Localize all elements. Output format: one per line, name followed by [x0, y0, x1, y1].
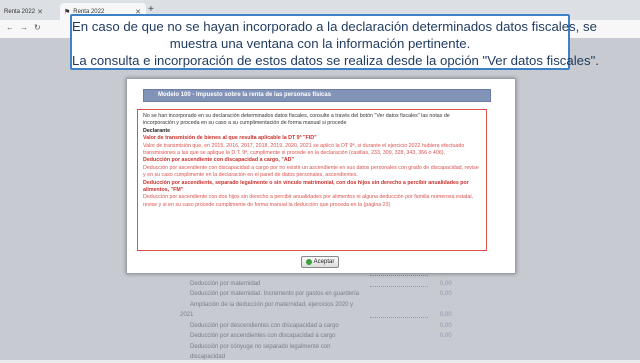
tutorial-caption: En caso de que no se hayan incorporado a… [70, 14, 599, 70]
row-label: Deducción por maternidad. Incremento por… [190, 291, 360, 297]
background-form: Cuota diferencial0,00 Deducción por mate… [180, 268, 470, 363]
row-value: 0,00 [440, 280, 452, 287]
back-icon[interactable]: ← [6, 23, 14, 32]
caption-line: muestra una ventana con la información p… [169, 36, 471, 51]
close-tab-icon[interactable]: ✕ [37, 8, 43, 16]
dialog-title: Modelo 100 - Impuesto sobre la renta de … [158, 92, 332, 98]
row-label: discapacidad [190, 354, 226, 360]
row-label: Deducción por maternidad [190, 280, 261, 287]
declarant-heading: Declarante [143, 127, 171, 134]
intro-text: No se han incorporado en su declaración … [143, 113, 450, 127]
form-row: Ampliación de la deducción por maternida… [180, 300, 470, 311]
form-row: Deducción por cónyuge no separado legalm… [180, 342, 470, 353]
form-row: discapacidad [180, 352, 470, 363]
row-value: 0,00 [440, 322, 452, 329]
row-value: 0,00 [440, 333, 452, 339]
caption-line: La consulta e incorporación de estos dat… [72, 53, 599, 68]
dialog-header: Modelo 100 - Impuesto sobre la renta de … [143, 89, 491, 102]
form-row: Deducción por maternidad 0,00 [180, 279, 470, 290]
forward-icon[interactable]: → [20, 23, 28, 32]
item-body: Valor de transmisión que, en 2015, 2016,… [143, 142, 465, 157]
item-heading: Valor de transmisión de bienes al que re… [143, 135, 317, 142]
dialog-message-box: No se han incorporado en su declaración … [137, 109, 487, 251]
browser-tab[interactable]: Renta 2022 ✕ [0, 3, 48, 20]
tab-label: Renta 2022 [4, 8, 36, 15]
row-value: 0,00 [440, 291, 452, 297]
row-label: Ampliación de la deducción por maternida… [190, 301, 354, 308]
row-leader [370, 285, 428, 287]
row-leader [370, 317, 428, 318]
caption-line: En caso de que no se hayan incorporado a… [72, 19, 597, 34]
accept-button[interactable]: Aceptar [301, 256, 339, 268]
row-leader [370, 275, 428, 276]
row-label: 2021 [180, 312, 194, 318]
item-heading: Deducción por ascendiente, separado lega… [143, 179, 469, 194]
form-row: Deducción por maternidad. Incremento por… [180, 289, 470, 300]
row-label: Deducción por descendientes con discapac… [190, 322, 339, 329]
item-body: Deducción por ascendiente con discapacid… [143, 164, 479, 179]
fiscal-data-dialog: Modelo 100 - Impuesto sobre la renta de … [126, 78, 516, 274]
row-value: 0,00 [440, 312, 452, 318]
item-heading: Deducción por ascendiente con discapacid… [143, 157, 295, 164]
accept-label: Aceptar [313, 259, 335, 265]
form-row: 2021 0,00 [180, 310, 470, 321]
form-row: Deducción por ascendientes con discapaci… [180, 331, 470, 342]
row-label: Deducción por cónyuge no separado legalm… [190, 343, 331, 350]
check-icon [305, 259, 312, 265]
row-label: Deducción por ascendientes con discapaci… [190, 333, 336, 339]
reload-icon[interactable]: ↻ [34, 23, 41, 32]
item-body: Deducción por ascendiente con dos hijos … [143, 194, 474, 208]
form-row: Deducción por descendientes con discapac… [180, 321, 470, 332]
